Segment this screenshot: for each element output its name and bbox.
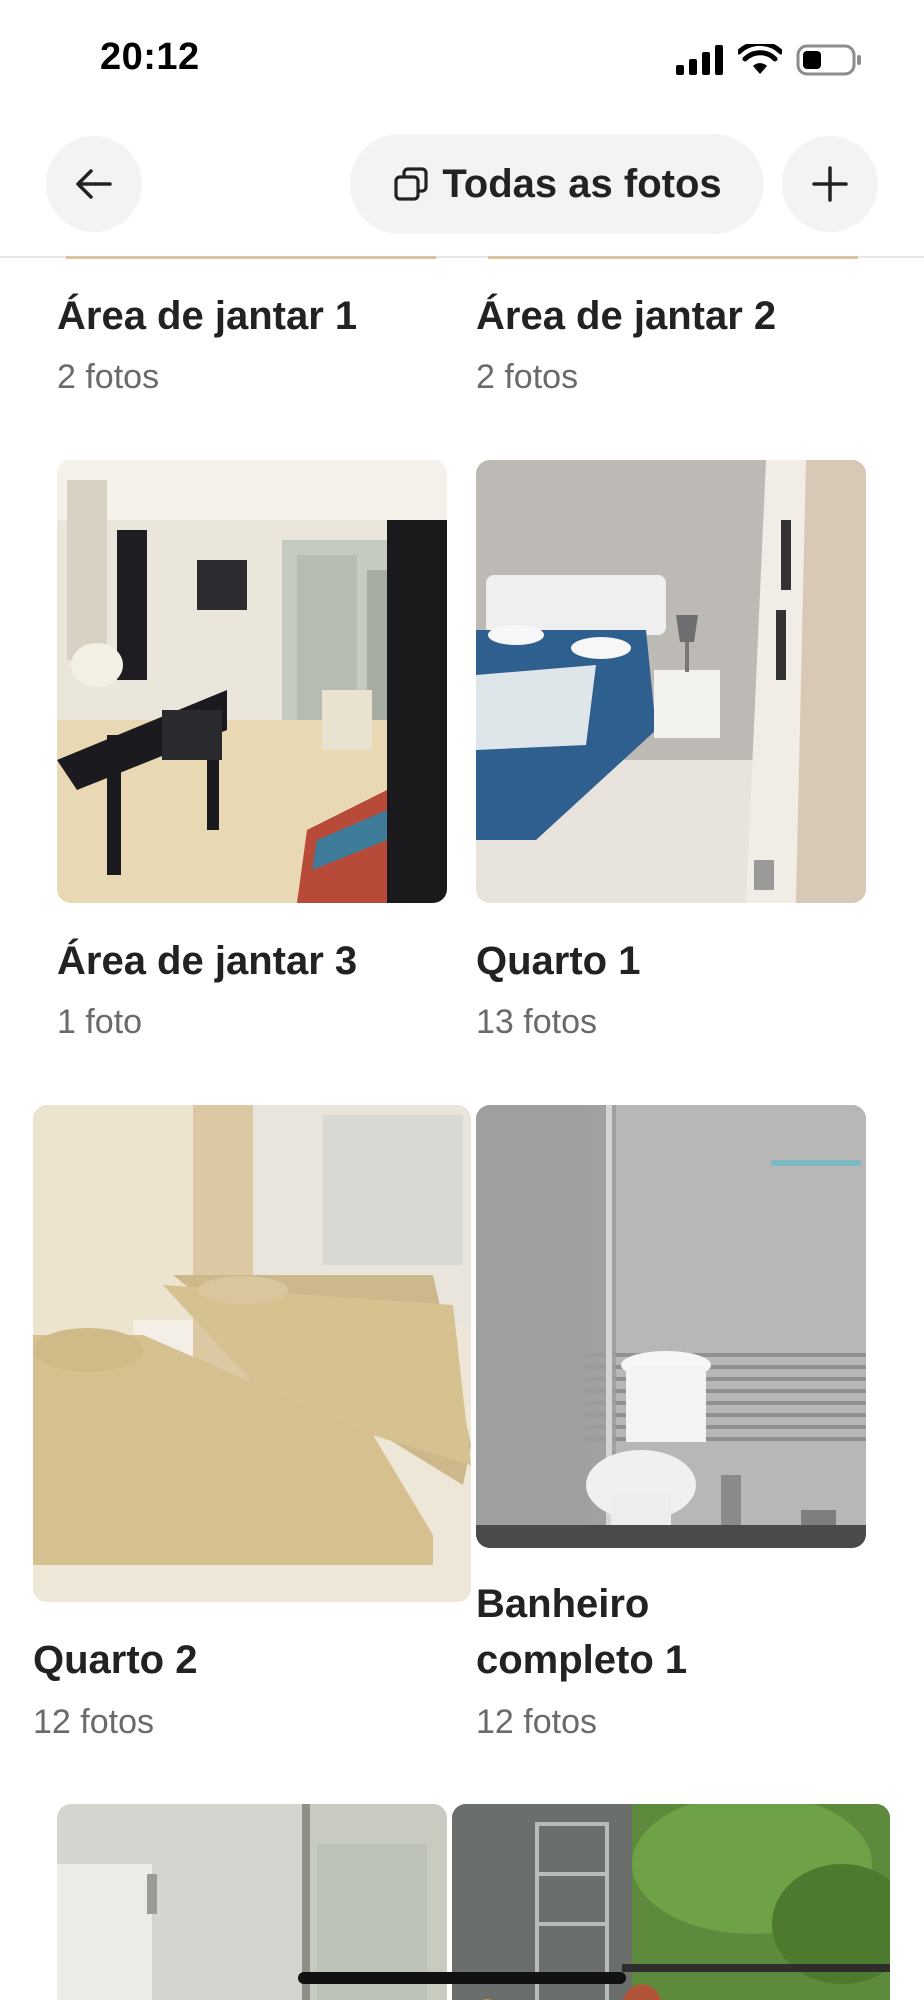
- card-title: Quarto 1: [476, 939, 641, 983]
- bathroom-2-photo[interactable]: [57, 1804, 447, 2000]
- bedroom-2-photo[interactable]: [33, 1105, 471, 1602]
- back-arrow-icon: [76, 169, 112, 199]
- photos-stack-icon: [394, 167, 428, 201]
- plus-icon: [812, 166, 848, 202]
- all-photos-button[interactable]: Todas as fotos: [350, 134, 764, 234]
- card-title: Quarto 2: [33, 1638, 198, 1682]
- wifi-icon: [738, 44, 782, 74]
- card-title: Área de jantar 3: [57, 939, 358, 983]
- dining-area-1-photo[interactable]: [66, 256, 436, 259]
- card-count: 2 fotos: [476, 358, 579, 396]
- battery-icon: [796, 44, 861, 76]
- home-indicator: [298, 1972, 626, 1984]
- card-count: 12 fotos: [33, 1703, 154, 1741]
- screen: 20:12 Todas as fotos Área de jantar 1 2 …: [0, 0, 924, 2000]
- dining-area-3-photo[interactable]: [57, 460, 447, 903]
- card-count: 13 fotos: [476, 1003, 597, 1041]
- bedroom-1-photo[interactable]: [476, 460, 866, 903]
- cellular-signal-icon: [676, 45, 723, 75]
- balcony-photo[interactable]: [452, 1804, 890, 2000]
- card-count: 2 fotos: [57, 358, 160, 396]
- status-time: 20:12: [100, 36, 200, 78]
- card-count: 1 foto: [57, 1003, 143, 1041]
- card-title: Área de jantar 2: [476, 294, 777, 338]
- card-title: Banheiro: [476, 1582, 650, 1626]
- back-button[interactable]: [46, 136, 142, 232]
- all-photos-label: Todas as fotos: [442, 161, 722, 206]
- status-icons: [676, 42, 862, 78]
- add-button[interactable]: [782, 136, 878, 232]
- card-title: completo 1: [476, 1638, 688, 1682]
- bathroom-1-photo[interactable]: [476, 1105, 866, 1548]
- card-title: Área de jantar 1: [57, 294, 358, 338]
- dining-area-2-photo[interactable]: [488, 256, 858, 259]
- card-count: 12 fotos: [476, 1703, 597, 1741]
